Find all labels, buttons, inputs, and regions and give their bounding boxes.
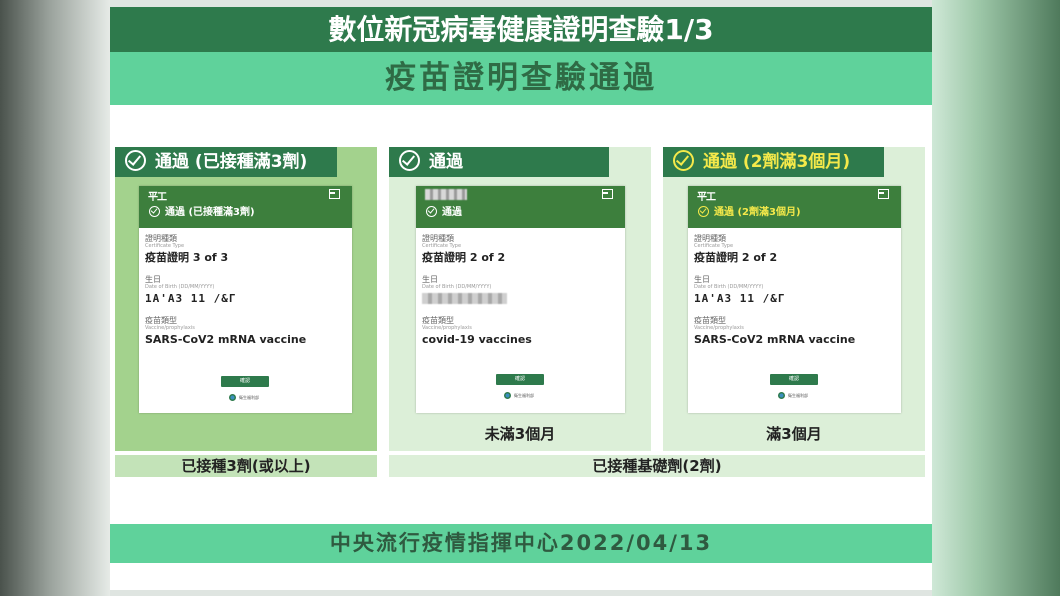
background-top-strip	[110, 0, 932, 7]
check-circle-icon	[125, 150, 146, 171]
status-tab-2-doses-3-months: 通過 (2劑滿3個月)	[663, 147, 884, 177]
bottom-label-3-doses: 已接種3劑(或以上)	[115, 455, 377, 477]
card-holder-name: 平工	[148, 192, 167, 203]
caption-under-3-months: 未滿3個月	[484, 425, 556, 443]
background-bottom-strip	[110, 590, 932, 596]
cert-card-1: 平工 通過 (已接種滿3劑) 證明種類 Certificate Type 疫苗證…	[139, 186, 352, 413]
cert-type-sub: Certificate Type	[422, 243, 462, 249]
check-circle-icon	[698, 206, 709, 217]
card-status-text: 通過 (2劑滿3個月)	[714, 207, 801, 218]
vaccine-value: SARS-CoV2 mRNA vaccine	[145, 333, 307, 346]
dob-value: 1A'AЗ 11 /&Γ	[694, 292, 786, 305]
card-status: 通過 (已接種滿3劑)	[149, 203, 255, 218]
status-tab-label: 通過	[429, 152, 463, 172]
slide-title: 數位新冠病毒健康證明查驗1/3	[110, 7, 932, 52]
dob-label: 生日	[422, 275, 438, 284]
exit-icon[interactable]	[602, 189, 613, 199]
exit-icon[interactable]	[878, 189, 889, 199]
card-holder-name: 平工	[697, 192, 716, 203]
cert-card-2: 通過 證明種類 Certificate Type 疫苗證明 2 of 2 生日 …	[416, 186, 625, 413]
vaccine-label: 疫苗類型	[145, 316, 177, 325]
slide-subtitle: 疫苗證明查驗通過	[110, 52, 932, 105]
background-left-blur	[0, 0, 110, 596]
card-status: 通過 (2劑滿3個月)	[698, 203, 801, 218]
vaccine-label: 疫苗類型	[694, 316, 726, 325]
cert-type-label: 證明種類	[422, 234, 454, 243]
cert-type-sub: Certificate Type	[694, 243, 734, 249]
vaccine-value: covid-19 vaccines	[422, 333, 532, 346]
check-circle-icon	[673, 150, 694, 171]
cert-type-label: 證明種類	[694, 234, 726, 243]
card-header: 平工 通過 (已接種滿3劑)	[139, 186, 352, 228]
confirm-button[interactable]: 確認	[221, 376, 269, 387]
dob-value: 1A'AЗ 11 /&Γ	[145, 292, 237, 305]
status-tab-3-doses: 通過 (已接種滿3劑)	[115, 147, 337, 177]
cert-type-value: 疫苗證明 2 of 2	[422, 251, 506, 264]
dob-sub: Date of Birth (DD/MM/YYYY)	[422, 284, 492, 290]
dob-sub: Date of Birth (DD/MM/YYYY)	[694, 284, 764, 290]
card-body: 證明種類 Certificate Type 疫苗證明 3 of 3 生日 Dat…	[145, 234, 346, 357]
cert-type-value: 疫苗證明 3 of 3	[145, 251, 229, 264]
ministry-logo: 衛生福利部	[778, 391, 822, 400]
dob-label: 生日	[145, 275, 161, 284]
confirm-button[interactable]: 確認	[770, 374, 818, 385]
check-circle-icon	[399, 150, 420, 171]
status-tab-label: 通過 (已接種滿3劑)	[155, 152, 308, 172]
exit-icon[interactable]	[329, 189, 340, 199]
card-body: 證明種類 Certificate Type 疫苗證明 2 of 2 生日 Dat…	[422, 234, 619, 357]
vaccine-value: SARS-CoV2 mRNA vaccine	[694, 333, 856, 346]
card-header: 平工 通過 (2劑滿3個月)	[688, 186, 901, 228]
card-body: 證明種類 Certificate Type 疫苗證明 2 of 2 生日 Dat…	[694, 234, 895, 357]
dob-sub: Date of Birth (DD/MM/YYYY)	[145, 284, 215, 290]
bottom-label-2-doses: 已接種基礎劑(2劑)	[389, 455, 925, 477]
cert-type-sub: Certificate Type	[145, 243, 185, 249]
confirm-button[interactable]: 確認	[496, 374, 544, 385]
slide: 數位新冠病毒健康證明查驗1/3 疫苗證明查驗通過 通過 (已接種滿3劑) 平工 …	[110, 7, 932, 590]
background-right-blur	[932, 0, 1060, 596]
status-tab-pass: 通過	[389, 147, 609, 177]
footer-source: 中央流行疫情指揮中心2022/04/13	[110, 524, 932, 563]
caption-over-3-months: 滿3個月	[766, 425, 822, 443]
vaccine-sub: Vaccine/prophylaxis	[422, 325, 472, 331]
cert-type-label: 證明種類	[145, 234, 177, 243]
card-header: 通過	[416, 186, 625, 228]
cert-type-value: 疫苗證明 2 of 2	[694, 251, 778, 264]
card-status: 通過	[426, 203, 462, 218]
vaccine-label: 疫苗類型	[422, 316, 454, 325]
check-circle-icon	[149, 206, 160, 217]
card-status-text: 通過	[442, 207, 462, 218]
ministry-logo: 衛生福利部	[504, 391, 548, 400]
vaccine-sub: Vaccine/prophylaxis	[694, 325, 744, 331]
card-holder-name-redacted	[425, 189, 467, 200]
dob-label: 生日	[694, 275, 710, 284]
ministry-logo: 衛生福利部	[229, 393, 273, 402]
status-tab-label: 通過 (2劑滿3個月)	[703, 152, 851, 172]
cert-card-3: 平工 通過 (2劑滿3個月) 證明種類 Certificate Type 疫苗證…	[688, 186, 901, 413]
check-circle-icon	[426, 206, 437, 217]
vaccine-sub: Vaccine/prophylaxis	[145, 325, 195, 331]
dob-value-redacted	[422, 293, 507, 304]
card-status-text: 通過 (已接種滿3劑)	[165, 207, 255, 218]
